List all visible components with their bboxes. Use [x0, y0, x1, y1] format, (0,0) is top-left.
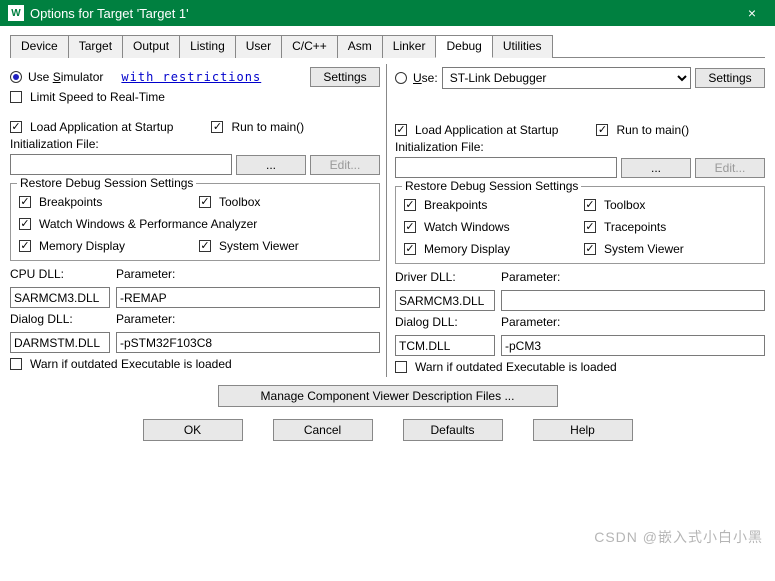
- sim-restore-legend: Restore Debug Session Settings: [17, 176, 196, 190]
- sim-run-main-check[interactable]: [211, 121, 223, 133]
- hw-dlg-dll-label: Dialog DLL:: [395, 315, 495, 329]
- hw-sysview-check[interactable]: [584, 243, 596, 255]
- sim-dlg-param-input[interactable]: [116, 332, 380, 353]
- use-hw-label: Use:: [413, 71, 438, 85]
- sim-mem-label: Memory Display: [39, 239, 125, 253]
- app-icon: W: [8, 5, 24, 21]
- sim-sysview-label: System Viewer: [219, 239, 299, 253]
- hw-mem-check[interactable]: [404, 243, 416, 255]
- help-button[interactable]: Help: [533, 419, 633, 441]
- tab-debug[interactable]: Debug: [435, 35, 492, 58]
- hw-init-file-input[interactable]: [395, 157, 617, 178]
- sim-mem-check[interactable]: [19, 240, 31, 252]
- sim-watch-check[interactable]: [19, 218, 31, 230]
- hw-toolbox-check[interactable]: [584, 199, 596, 211]
- sim-load-app-label: Load Application at Startup: [30, 120, 173, 134]
- close-icon[interactable]: ×: [737, 5, 767, 21]
- sim-load-app-check[interactable]: [10, 121, 22, 133]
- tab-linker[interactable]: Linker: [382, 35, 437, 58]
- drv-param-input[interactable]: [501, 290, 765, 311]
- hw-load-app-check[interactable]: [395, 124, 407, 136]
- sim-dlg-dll-input[interactable]: [10, 332, 110, 353]
- tab-output[interactable]: Output: [122, 35, 180, 58]
- cpu-param-input[interactable]: [116, 287, 380, 308]
- hw-bp-label: Breakpoints: [424, 198, 487, 212]
- drv-param-label: Parameter:: [501, 270, 765, 284]
- tab-cpp[interactable]: C/C++: [281, 35, 338, 58]
- hw-warn-label: Warn if outdated Executable is loaded: [415, 360, 617, 374]
- sim-watch-label: Watch Windows & Performance Analyzer: [39, 217, 257, 231]
- sim-init-file-label: Initialization File:: [10, 137, 99, 151]
- use-simulator-radio[interactable]: [10, 71, 22, 83]
- sim-settings-button[interactable]: Settings: [310, 67, 380, 87]
- hw-sysview-label: System Viewer: [604, 242, 684, 256]
- hw-watch-check[interactable]: [404, 221, 416, 233]
- hw-mem-label: Memory Display: [424, 242, 510, 256]
- tab-user[interactable]: User: [235, 35, 282, 58]
- restrictions-link[interactable]: with restrictions: [121, 70, 261, 84]
- tab-listing[interactable]: Listing: [179, 35, 236, 58]
- hardware-pane: Use: ST-Link Debugger Settings Load Appl…: [393, 64, 765, 377]
- use-simulator-label: Use Simulator: [28, 70, 103, 84]
- hw-run-main-check[interactable]: [596, 124, 608, 136]
- sim-warn-label: Warn if outdated Executable is loaded: [30, 357, 232, 371]
- ok-button[interactable]: OK: [143, 419, 243, 441]
- cpu-dll-label: CPU DLL:: [10, 267, 110, 281]
- tab-utilities[interactable]: Utilities: [492, 35, 553, 58]
- cpu-param-label: Parameter:: [116, 267, 380, 281]
- tab-asm[interactable]: Asm: [337, 35, 383, 58]
- sim-dlg-param-label: Parameter:: [116, 312, 380, 326]
- limit-speed-label: Limit Speed to Real-Time: [30, 90, 165, 104]
- hw-dlg-param-label: Parameter:: [501, 315, 765, 329]
- sim-toolbox-label: Toolbox: [219, 195, 260, 209]
- hw-trace-check[interactable]: [584, 221, 596, 233]
- hw-dlg-dll-input[interactable]: [395, 335, 495, 356]
- hw-dlg-param-input[interactable]: [501, 335, 765, 356]
- sim-warn-check[interactable]: [10, 358, 22, 370]
- cancel-button[interactable]: Cancel: [273, 419, 373, 441]
- defaults-button[interactable]: Defaults: [403, 419, 503, 441]
- sim-dlg-dll-label: Dialog DLL:: [10, 312, 110, 326]
- sim-run-main-label: Run to main(): [231, 120, 304, 134]
- sim-edit-button: Edit...: [310, 155, 380, 175]
- debugger-select[interactable]: ST-Link Debugger: [442, 67, 691, 89]
- drv-dll-label: Driver DLL:: [395, 270, 495, 284]
- use-hw-radio[interactable]: [395, 72, 407, 84]
- hw-browse-button[interactable]: ...: [621, 158, 691, 178]
- tab-target[interactable]: Target: [68, 35, 123, 58]
- sim-bp-label: Breakpoints: [39, 195, 102, 209]
- sim-toolbox-check[interactable]: [199, 196, 211, 208]
- watermark: CSDN @嵌入式小白小黑: [594, 527, 763, 547]
- hw-init-file-label: Initialization File:: [395, 140, 484, 154]
- cpu-dll-input[interactable]: [10, 287, 110, 308]
- hw-settings-button[interactable]: Settings: [695, 68, 765, 88]
- limit-speed-check[interactable]: [10, 91, 22, 103]
- hw-bp-check[interactable]: [404, 199, 416, 211]
- hw-load-app-label: Load Application at Startup: [415, 123, 558, 137]
- simulator-pane: Use Simulator with restrictions Settings…: [10, 64, 387, 377]
- hw-restore-legend: Restore Debug Session Settings: [402, 179, 581, 193]
- titlebar: W Options for Target 'Target 1' ×: [0, 0, 775, 26]
- hw-edit-button: Edit...: [695, 158, 765, 178]
- tab-strip: Device Target Output Listing User C/C++ …: [10, 34, 765, 58]
- manage-components-button[interactable]: Manage Component Viewer Description File…: [218, 385, 558, 407]
- sim-browse-button[interactable]: ...: [236, 155, 306, 175]
- hw-restore-group: Restore Debug Session Settings Breakpoin…: [395, 186, 765, 264]
- sim-bp-check[interactable]: [19, 196, 31, 208]
- window-title: Options for Target 'Target 1': [30, 6, 737, 21]
- sim-restore-group: Restore Debug Session Settings Breakpoin…: [10, 183, 380, 261]
- drv-dll-input[interactable]: [395, 290, 495, 311]
- sim-sysview-check[interactable]: [199, 240, 211, 252]
- hw-watch-label: Watch Windows: [424, 220, 510, 234]
- tab-device[interactable]: Device: [10, 35, 69, 58]
- sim-init-file-input[interactable]: [10, 154, 232, 175]
- hw-warn-check[interactable]: [395, 361, 407, 373]
- hw-toolbox-label: Toolbox: [604, 198, 645, 212]
- hw-trace-label: Tracepoints: [604, 220, 666, 234]
- dialog-buttons: OK Cancel Defaults Help: [10, 419, 765, 441]
- hw-run-main-label: Run to main(): [616, 123, 689, 137]
